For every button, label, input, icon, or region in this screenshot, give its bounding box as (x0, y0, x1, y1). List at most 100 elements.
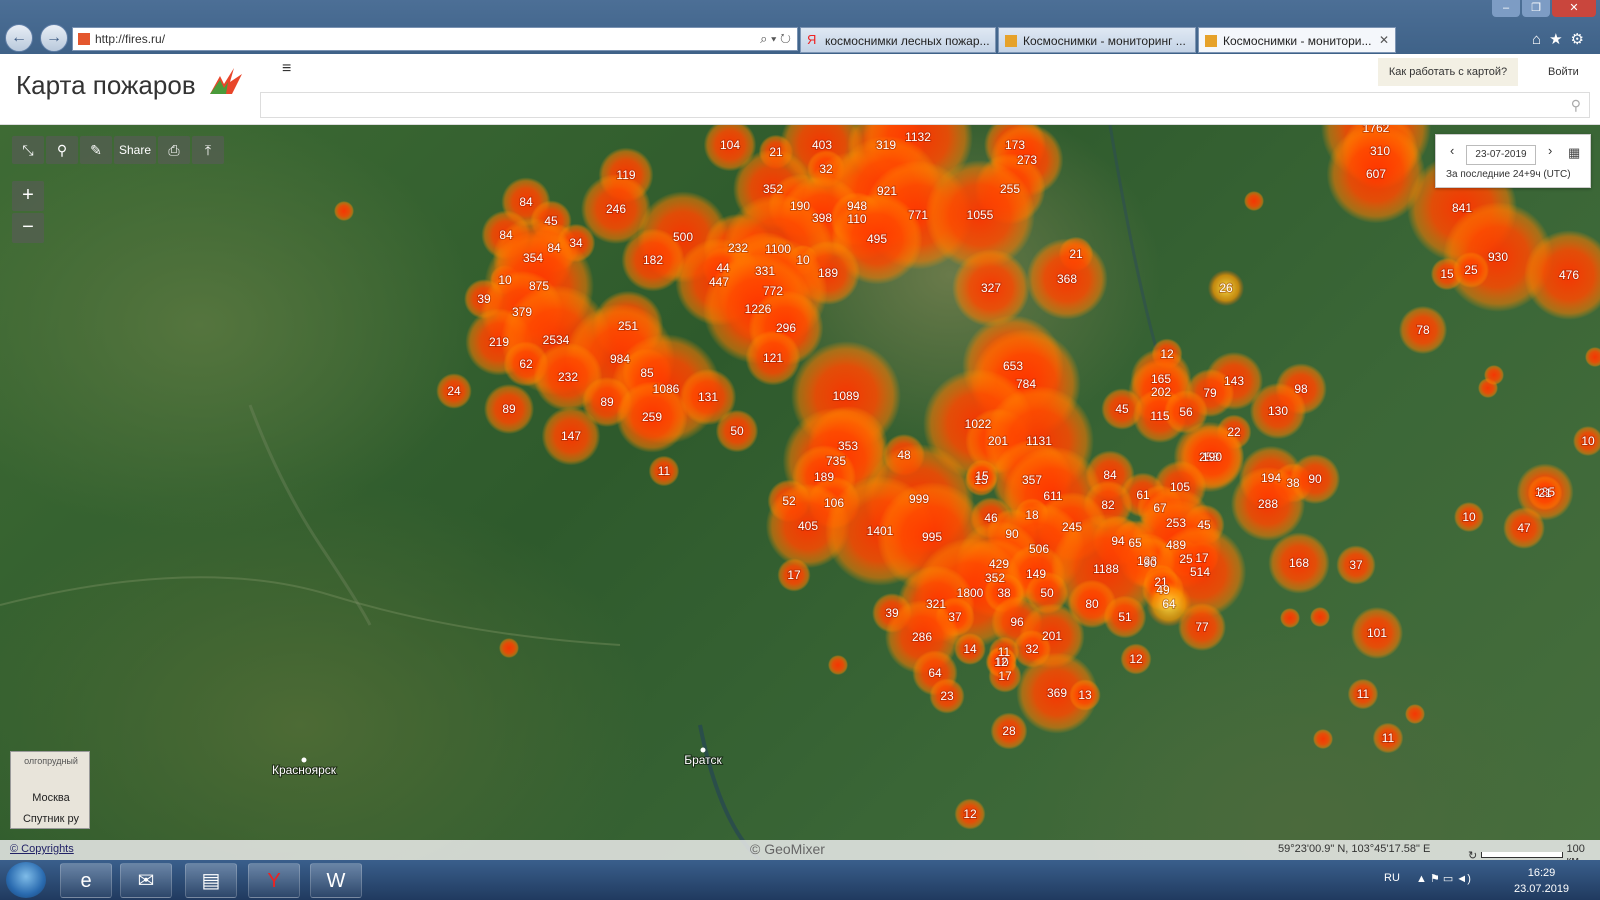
tab-fires-1[interactable]: Космоснимки - мониторинг ... (998, 27, 1196, 53)
fire-hotspot[interactable] (1244, 191, 1264, 211)
tab-yandex[interactable]: Я космоснимки лесных пожар... (800, 27, 996, 53)
pin-icon[interactable]: ✎ (80, 136, 112, 164)
fire-hotspot[interactable] (828, 655, 848, 675)
fire-count-label: 476 (1559, 268, 1579, 282)
fire-count-label: 1086 (653, 382, 680, 396)
fire-hotspot[interactable] (1405, 704, 1425, 724)
chevron-left-icon[interactable]: ‹ (1450, 143, 1454, 158)
fire-count-label: 245 (1062, 520, 1082, 534)
minimize-icon[interactable]: – (1492, 0, 1520, 17)
fire-count-label: 39 (885, 606, 899, 620)
fire-count-label: 45 (1115, 402, 1129, 416)
fire-count-label: 286 (912, 630, 932, 644)
close-window-icon[interactable]: ✕ (1552, 0, 1596, 17)
language-indicator[interactable]: RU (1384, 872, 1400, 884)
share-button[interactable]: Share (114, 136, 156, 164)
forward-button[interactable]: → (40, 24, 68, 52)
fire-count-label: 38 (1286, 476, 1300, 490)
fire-count-label: 984 (610, 352, 630, 366)
fire-count-label: 32 (819, 162, 833, 176)
fire-count-label: 357 (1022, 473, 1042, 487)
login-button[interactable]: Войти (1548, 58, 1579, 86)
fire-count-label: 354 (523, 251, 543, 265)
fire-count-label: 65 (1128, 536, 1142, 550)
fire-hotspot[interactable] (1313, 729, 1333, 749)
tray-icons[interactable]: ▲ ⚑ ▭ ◄) (1416, 872, 1471, 885)
fires-icon (1205, 35, 1217, 47)
address-tools-icon[interactable]: ⌕ ▾ ↻ (760, 31, 791, 47)
ie-icon[interactable]: e (60, 863, 112, 898)
start-button[interactable] (6, 862, 46, 898)
fire-count-label: 22 (1227, 425, 1241, 439)
maximize-icon[interactable]: ❐ (1522, 0, 1550, 17)
fire-count-label: 25 (1179, 552, 1193, 566)
search-icon[interactable]: ⚲ (46, 136, 78, 164)
fire-count-label: 189 (814, 470, 834, 484)
upload-icon[interactable]: ⤒ (192, 136, 224, 164)
fire-count-label: 398 (812, 211, 832, 225)
clock[interactable]: 16:29 23.07.2019 (1514, 865, 1569, 897)
layer-switcher[interactable]: олгопрудный Москва Спутник ру (10, 751, 90, 829)
fire-count-label: 653 (1003, 359, 1023, 373)
fire-count-label: 17 (1195, 551, 1209, 565)
back-button[interactable]: ← (5, 24, 33, 52)
fire-count-label: 80 (1085, 597, 1099, 611)
fire-count-label: 12 (1129, 652, 1143, 666)
collapse-icon[interactable]: ⤡ (12, 136, 44, 164)
address-bar[interactable]: http://fires.ru/ ⌕ ▾ ↻ (72, 27, 798, 51)
city-label: Братск (684, 753, 722, 767)
tab-label: Космоснимки - монитори... (1223, 34, 1372, 48)
page-title[interactable]: Карта пожаров (16, 70, 196, 101)
tab-label: космоснимки лесных пожар... (825, 34, 990, 48)
fire-count-label: 1022 (965, 417, 992, 431)
zoom-in-button[interactable]: + (12, 181, 44, 211)
copyrights-link[interactable]: © Copyrights (10, 843, 74, 855)
search-input[interactable]: ⚲ (260, 92, 1590, 118)
fire-count-label: 17 (998, 669, 1012, 683)
search-icon[interactable]: ⚲ (1571, 97, 1581, 114)
map-statusbar: © Copyrights © GeoMixer 59°23'00.9" N, 1… (0, 840, 1600, 867)
fire-count-label: 1188 (1093, 562, 1119, 576)
word-icon[interactable]: W (310, 863, 362, 898)
zoom-out-button[interactable]: − (12, 213, 44, 243)
fire-hotspot[interactable] (1484, 365, 1504, 385)
fires-icon (1005, 35, 1017, 47)
fire-count-label: 255 (1000, 182, 1020, 196)
coordinates-readout: 59°23'00.9" N, 103°45'17.58" E (1278, 843, 1431, 855)
yandex-browser-icon[interactable]: Y (248, 863, 300, 898)
fire-hotspot[interactable] (1310, 607, 1330, 627)
browser-toolbar-icons[interactable]: ⌂★⚙ (1532, 30, 1592, 48)
close-tab-icon[interactable]: ✕ (1379, 33, 1389, 47)
print-icon[interactable]: ⎙ (158, 136, 190, 164)
fire-hotspot[interactable] (1585, 347, 1600, 367)
folder-icon[interactable]: ▤ (185, 863, 237, 898)
fire-count-label: 10 (1581, 434, 1595, 448)
fire-count-label: 67 (1153, 501, 1167, 515)
fire-count-label: 90 (1143, 556, 1157, 570)
howto-button[interactable]: Как работать с картой? (1378, 58, 1518, 86)
fire-count-label: 94 (1111, 534, 1125, 548)
fire-count-label: 319 (876, 138, 896, 152)
fire-count-label: 379 (512, 305, 532, 319)
date-input[interactable]: 23-07-2019 (1466, 145, 1536, 165)
fire-count-label: 331 (755, 264, 775, 278)
tab-fires-active[interactable]: Космоснимки - монитори... ✕ (1198, 27, 1396, 53)
chevron-right-icon[interactable]: › (1548, 143, 1552, 158)
hamburger-icon[interactable]: ≡ (282, 60, 291, 78)
fire-count-label: 219 (489, 335, 509, 349)
fire-hotspot[interactable] (334, 201, 354, 221)
map-canvas[interactable]: 104 21 403 319 1132 173 273 1762 310 607 119 84 45 24… (0, 125, 1600, 860)
fire-count-label: 1055 (967, 208, 994, 222)
url-text: http://fires.ru/ (95, 32, 166, 46)
fire-count-label: 921 (877, 184, 897, 198)
fire-count-label: 1089 (833, 389, 860, 403)
fire-hotspot[interactable] (1280, 608, 1300, 628)
fire-count-label: 202 (1151, 385, 1171, 399)
fire-count-label: 84 (1103, 468, 1117, 482)
calendar-icon[interactable]: ▦ (1568, 145, 1580, 161)
mail-icon[interactable]: ✉ (120, 863, 172, 898)
fire-count-label: 32 (1025, 642, 1039, 656)
fire-hotspot[interactable] (499, 638, 519, 658)
fire-count-label: 85 (640, 366, 654, 380)
fires-logo-icon (210, 68, 242, 94)
